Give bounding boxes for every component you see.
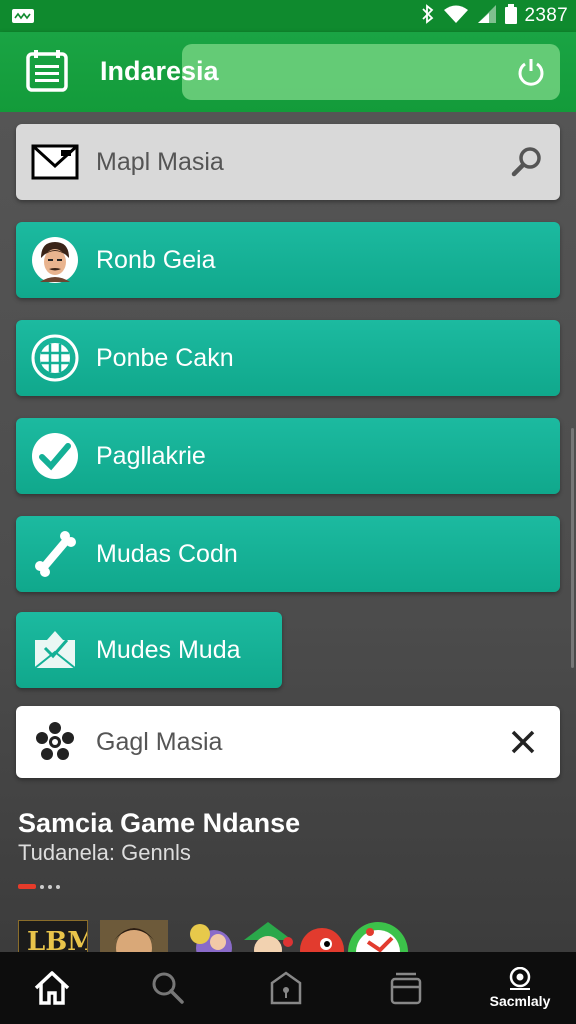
menu-item-label: Ponbe Cakn xyxy=(96,343,234,372)
wifi-icon xyxy=(443,4,469,29)
indicator-dot xyxy=(48,884,52,889)
signal-icon xyxy=(477,4,497,29)
search-icon[interactable] xyxy=(510,145,544,179)
indicator-dot xyxy=(56,884,60,889)
home-icon xyxy=(34,971,70,1005)
game-tile[interactable] xyxy=(240,920,296,954)
bottom-nav: Sacmlaly xyxy=(0,952,576,1024)
nav-profile-label: Sacmlaly xyxy=(489,993,551,1009)
flower-icon xyxy=(30,717,80,767)
game-strip[interactable]: LBM xyxy=(18,920,576,954)
indicator-active xyxy=(18,884,36,889)
app-bar: Indaresia xyxy=(0,32,576,112)
game-tile[interactable]: LBM xyxy=(18,920,88,954)
battery-icon xyxy=(504,3,517,29)
section-title: Samcia Game Ndanse xyxy=(18,808,301,838)
grid-globe-icon xyxy=(30,333,80,383)
nav-store[interactable] xyxy=(236,952,336,1024)
envelope-icon xyxy=(30,625,80,675)
search-input[interactable]: Mapl Masia xyxy=(96,148,224,177)
menu-item-label: Mudes Muda xyxy=(96,635,241,664)
menu-item-mudes-muda[interactable]: Mudes Muda xyxy=(16,612,282,688)
stack-icon xyxy=(390,972,422,1005)
bone-icon xyxy=(30,529,80,579)
menu-item-ponbe-cakn[interactable]: Ponbe Cakn xyxy=(16,320,560,396)
menu-item-mudas-codn[interactable]: Mudas Codn xyxy=(16,516,560,592)
calendar-menu-icon[interactable] xyxy=(24,48,70,94)
avatar-icon xyxy=(30,235,80,285)
nav-home[interactable] xyxy=(2,952,102,1024)
search-bar[interactable]: Mapl Masia xyxy=(16,124,560,200)
indicator-dot xyxy=(40,884,44,889)
nav-search[interactable] xyxy=(118,952,218,1024)
menu-item-ronb-geia[interactable]: Ronb Geia xyxy=(16,222,560,298)
nav-library[interactable] xyxy=(356,952,456,1024)
filter-label: Gagl Masia xyxy=(96,727,223,756)
nav-profile[interactable]: Sacmlaly xyxy=(470,952,570,1024)
profile-icon xyxy=(509,967,531,990)
game-tile[interactable] xyxy=(348,920,418,954)
menu-item-label: Ronb Geia xyxy=(96,245,216,274)
menu-item-label: Mudas Codn xyxy=(96,539,238,568)
menu-item-label: Pagllakrie xyxy=(96,441,206,470)
app-title: Indaresia xyxy=(100,56,219,86)
house-lock-icon xyxy=(270,971,302,1005)
close-icon[interactable] xyxy=(510,729,536,755)
scrollbar[interactable] xyxy=(571,428,574,668)
filter-row[interactable]: Gagl Masia xyxy=(16,706,560,778)
power-icon[interactable] xyxy=(516,57,546,87)
page-indicator[interactable] xyxy=(18,884,60,889)
check-icon xyxy=(30,431,80,481)
notification-icon xyxy=(12,9,34,23)
game-tile[interactable] xyxy=(100,920,168,954)
game-tile[interactable] xyxy=(178,920,238,954)
status-bar: 2387 xyxy=(0,0,576,32)
section-subtitle: Tudanela: Gennls xyxy=(18,840,191,865)
game-tile[interactable] xyxy=(296,920,356,954)
mail-icon xyxy=(30,137,80,187)
title-highlight xyxy=(182,44,560,100)
menu-item-pagllakrie[interactable]: Pagllakrie xyxy=(16,418,560,494)
game-tile-text: LBM xyxy=(27,927,87,954)
status-time: 2387 xyxy=(524,5,568,26)
search-icon xyxy=(152,972,184,1004)
bluetooth-icon xyxy=(421,3,435,29)
